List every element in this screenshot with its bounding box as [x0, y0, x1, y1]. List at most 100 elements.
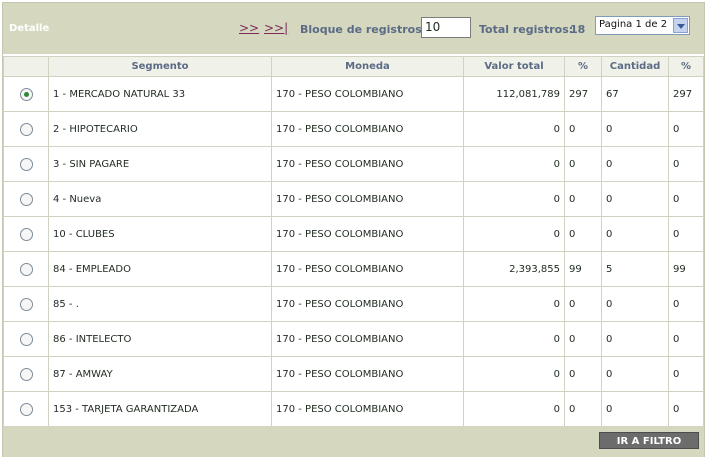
cell-pct-cantidad: 0 — [668, 146, 704, 182]
cell-moneda: 170 - PESO COLOMBIANO — [271, 321, 464, 357]
header-pct-cantidad: % — [668, 56, 704, 77]
table-row[interactable]: 10 - CLUBES 170 - PESO COLOMBIANO 0 0 0 … — [3, 216, 704, 252]
block-label: Bloque de registros: — [300, 23, 427, 36]
cell-segmento: 3 - SIN PAGARE — [48, 146, 272, 182]
cell-pct-valor: 0 — [564, 286, 602, 322]
header-select — [3, 56, 49, 77]
table-row[interactable]: 2 - HIPOTECARIO 170 - PESO COLOMBIANO 0 … — [3, 111, 704, 147]
cell-valor-total: 0 — [463, 111, 565, 147]
cell-cantidad: 0 — [601, 111, 669, 147]
cell-segmento: 4 - Nueva — [48, 181, 272, 217]
cell-valor-total: 0 — [463, 181, 565, 217]
cell-moneda: 170 - PESO COLOMBIANO — [271, 76, 464, 112]
cell-cantidad: 0 — [601, 181, 669, 217]
cell-valor-total: 0 — [463, 391, 565, 427]
cell-valor-total: 0 — [463, 321, 565, 357]
cell-cantidad: 0 — [601, 321, 669, 357]
row-radio[interactable] — [19, 297, 33, 311]
cell-pct-cantidad: 0 — [668, 391, 704, 427]
cell-segmento: 85 - . — [48, 286, 272, 322]
page-select[interactable]: Pagina 1 de 2 — [595, 16, 690, 35]
header-segmento: Segmento — [48, 56, 272, 77]
detail-panel: Detalle >> >>| Bloque de registros: 10 T… — [2, 2, 705, 457]
block-size-input[interactable]: 10 — [421, 17, 471, 38]
cell-pct-cantidad: 0 — [668, 181, 704, 217]
header-cantidad: Cantidad — [601, 56, 669, 77]
cell-valor-total: 0 — [463, 286, 565, 322]
next-page-link[interactable]: >> — [239, 21, 259, 35]
cell-moneda: 170 - PESO COLOMBIANO — [271, 356, 464, 392]
cell-segmento: 87 - AMWAY — [48, 356, 272, 392]
cell-pct-valor: 0 — [564, 391, 602, 427]
cell-cantidad: 67 — [601, 76, 669, 112]
cell-moneda: 170 - PESO COLOMBIANO — [271, 391, 464, 427]
cell-pct-cantidad: 0 — [668, 216, 704, 252]
row-radio[interactable] — [19, 87, 33, 101]
row-radio[interactable] — [19, 227, 33, 241]
cell-pct-valor: 0 — [564, 321, 602, 357]
table-row[interactable]: 86 - INTELECTO 170 - PESO COLOMBIANO 0 0… — [3, 321, 704, 357]
row-radio[interactable] — [19, 402, 33, 416]
table-row[interactable]: 85 - . 170 - PESO COLOMBIANO 0 0 0 0 — [3, 286, 704, 322]
cell-segmento: 153 - TARJETA GARANTIZADA — [48, 391, 272, 427]
cell-pct-cantidad: 0 — [668, 356, 704, 392]
cell-moneda: 170 - PESO COLOMBIANO — [271, 251, 464, 287]
cell-cantidad: 0 — [601, 146, 669, 182]
page-select-value: Pagina 1 de 2 — [599, 19, 668, 30]
cell-pct-cantidad: 0 — [668, 321, 704, 357]
cell-valor-total: 0 — [463, 146, 565, 182]
table-row[interactable]: 87 - AMWAY 170 - PESO COLOMBIANO 0 0 0 0 — [3, 356, 704, 392]
last-page-link[interactable]: >>| — [264, 21, 288, 35]
cell-moneda: 170 - PESO COLOMBIANO — [271, 111, 464, 147]
cell-moneda: 170 - PESO COLOMBIANO — [271, 286, 464, 322]
row-radio[interactable] — [19, 262, 33, 276]
detail-toolbar: Detalle >> >>| Bloque de registros: 10 T… — [3, 3, 704, 54]
cell-moneda: 170 - PESO COLOMBIANO — [271, 216, 464, 252]
row-radio[interactable] — [19, 157, 33, 171]
cell-moneda: 170 - PESO COLOMBIANO — [271, 146, 464, 182]
table-row[interactable]: 1 - MERCADO NATURAL 33 170 - PESO COLOMB… — [3, 76, 704, 112]
cell-segmento: 1 - MERCADO NATURAL 33 — [48, 76, 272, 112]
total-count: 18 — [570, 23, 586, 36]
cell-valor-total: 0 — [463, 216, 565, 252]
go-to-filter-button[interactable]: IR A FILTRO — [599, 432, 699, 449]
cell-valor-total: 112,081,789 — [463, 76, 565, 112]
table-row[interactable]: 153 - TARJETA GARANTIZADA 170 - PESO COL… — [3, 391, 704, 427]
cell-cantidad: 0 — [601, 286, 669, 322]
cell-pct-valor: 0 — [564, 146, 602, 182]
table-row[interactable]: 84 - EMPLEADO 170 - PESO COLOMBIANO 2,39… — [3, 251, 704, 287]
cell-cantidad: 0 — [601, 391, 669, 427]
cell-valor-total: 0 — [463, 356, 565, 392]
cell-pct-valor: 0 — [564, 111, 602, 147]
section-title: Detalle — [9, 23, 50, 34]
cell-valor-total: 2,393,855 — [463, 251, 565, 287]
cell-segmento: 86 - INTELECTO — [48, 321, 272, 357]
cell-cantidad: 0 — [601, 216, 669, 252]
header-moneda: Moneda — [271, 56, 464, 77]
segments-table: Segmento Moneda Valor total % Cantidad %… — [3, 56, 704, 427]
cell-segmento: 10 - CLUBES — [48, 216, 272, 252]
cell-cantidad: 0 — [601, 356, 669, 392]
cell-pct-cantidad: 99 — [668, 251, 704, 287]
cell-segmento: 84 - EMPLEADO — [48, 251, 272, 287]
cell-pct-valor: 99 — [564, 251, 602, 287]
cell-cantidad: 5 — [601, 251, 669, 287]
row-radio[interactable] — [19, 332, 33, 346]
cell-pct-valor: 0 — [564, 216, 602, 252]
row-radio[interactable] — [19, 192, 33, 206]
chevron-down-icon[interactable] — [673, 18, 688, 33]
cell-pct-cantidad: 0 — [668, 286, 704, 322]
table-row[interactable]: 4 - Nueva 170 - PESO COLOMBIANO 0 0 0 0 — [3, 181, 704, 217]
cell-segmento: 2 - HIPOTECARIO — [48, 111, 272, 147]
cell-pct-cantidad: 297 — [668, 76, 704, 112]
table-row[interactable]: 3 - SIN PAGARE 170 - PESO COLOMBIANO 0 0… — [3, 146, 704, 182]
row-radio[interactable] — [19, 122, 33, 136]
total-label: Total registros: — [479, 23, 574, 36]
row-radio[interactable] — [19, 367, 33, 381]
cell-moneda: 170 - PESO COLOMBIANO — [271, 181, 464, 217]
cell-pct-valor: 0 — [564, 181, 602, 217]
detail-footer: IR A FILTRO — [3, 426, 704, 457]
cell-pct-cantidad: 0 — [668, 111, 704, 147]
header-valor-total: Valor total — [463, 56, 565, 77]
header-pct-valor: % — [564, 56, 602, 77]
